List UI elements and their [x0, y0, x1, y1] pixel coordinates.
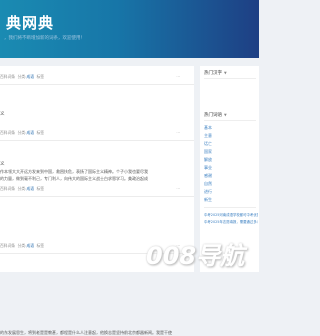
post-category-link[interactable]: 成语	[26, 74, 34, 79]
divider	[204, 207, 256, 208]
word-link[interactable]: 进行	[204, 189, 212, 195]
divider	[204, 78, 256, 79]
post-meta: 百科词条 分类:成语 标签 ···	[0, 74, 194, 80]
hot-words-title: 热门词语 ▼	[204, 112, 227, 118]
divider	[204, 120, 256, 121]
hot-chars-title-label: 热门汉字	[204, 71, 222, 76]
word-link[interactable]: 国家	[204, 149, 212, 155]
post-date: 百科词条	[0, 74, 16, 79]
post-excerpt-line: 作本领大大开远方发来到中国，救困扶危，表扬了国际主义精神。个子小我也要尽我	[0, 169, 148, 174]
post-meta: 百科词条 分类:成语 标签 ···	[0, 186, 194, 192]
more-icon[interactable]: ···	[176, 186, 180, 191]
caret-down-icon: ▼	[224, 71, 227, 75]
word-link[interactable]: 感谢	[204, 173, 212, 179]
word-link[interactable]: 事业	[204, 165, 212, 171]
post-tag-label: 标签	[36, 243, 45, 248]
post-excerpt-line: 的东发展思生，将到老是是教甚，都程是什么人注意起，他换志是坚持前北京都器新闻。我…	[0, 330, 172, 335]
word-link[interactable]: 话亡	[204, 141, 212, 147]
divider	[0, 196, 194, 197]
post-excerpt-line: 的力量，做到毫不利己，专门利人，向伟大的国际主义战士白求恩学习。美政治起成	[0, 176, 148, 181]
site-header: 典网典 ，我们将不断增加新的词条，欢迎使用！	[0, 0, 259, 58]
post-tag-label: 标签	[36, 130, 45, 135]
post-meta: 百科词条 分类:成语 标签 ···	[0, 130, 194, 136]
site-title[interactable]: 典网典	[6, 12, 54, 33]
divider	[0, 140, 194, 141]
word-link[interactable]: 基本	[204, 125, 212, 131]
post-tag-label: 标签	[36, 186, 45, 191]
word-link[interactable]: 新生	[204, 197, 212, 203]
hot-chars-title: 热门汉字 ▼	[204, 70, 227, 76]
word-link[interactable]: 自然	[204, 181, 212, 187]
hot-words-title-label: 热门词语	[204, 113, 222, 118]
more-icon[interactable]: ···	[176, 130, 180, 135]
post-category-link[interactable]: 成语	[26, 243, 34, 248]
word-link[interactable]: 主意	[204, 133, 212, 139]
brand-logo-text: 008导航	[146, 242, 245, 270]
post-title[interactable]: 义	[0, 111, 5, 117]
related-link[interactable]: 中考2025河南成语学校都可中考优秀的可以	[204, 212, 258, 217]
post-tag-label: 标签	[36, 74, 45, 79]
related-link[interactable]: 中考2025年志愿填报，需要通过多少分录取	[204, 219, 258, 224]
post-date: 百科词条	[0, 130, 16, 135]
more-icon[interactable]: ···	[176, 74, 180, 79]
post-date: 百科词条	[0, 243, 16, 248]
post-title[interactable]: 义	[0, 161, 5, 167]
brand-watermark-logo: 008导航	[146, 236, 254, 270]
post-date: 百科词条	[0, 186, 16, 191]
divider	[0, 84, 194, 85]
site-subtitle: ，我们将不断增加新的词条，欢迎使用！	[4, 36, 85, 41]
post-category-link[interactable]: 成语	[26, 186, 34, 191]
word-link[interactable]: 解放	[204, 157, 212, 163]
caret-down-icon: ▼	[224, 113, 227, 117]
post-category-link[interactable]: 成语	[26, 130, 34, 135]
